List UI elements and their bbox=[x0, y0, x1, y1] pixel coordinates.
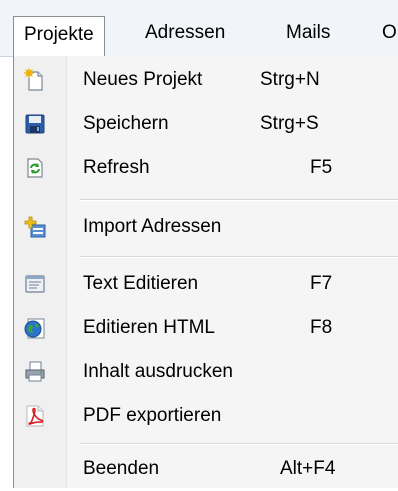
menu-item-label: Speichern bbox=[83, 113, 169, 134]
import-addresses-icon bbox=[23, 215, 47, 239]
menu-item-shortcut: Alt+F4 bbox=[280, 458, 336, 479]
menu-item-import-adressen[interactable]: Import Adressen bbox=[14, 205, 398, 249]
menu-item-beenden[interactable]: Beenden Alt+F4 bbox=[14, 447, 398, 491]
pdf-icon bbox=[23, 404, 47, 428]
text-edit-icon bbox=[23, 272, 47, 296]
refresh-icon bbox=[23, 156, 47, 180]
save-icon bbox=[23, 112, 47, 136]
menu-item-label: Import Adressen bbox=[83, 216, 222, 237]
printer-icon bbox=[23, 360, 47, 384]
menu-item-label: Inhalt ausdrucken bbox=[83, 361, 233, 382]
menu-separator bbox=[80, 199, 398, 201]
menu-item-editieren-html[interactable]: Editieren HTML F8 bbox=[14, 306, 398, 350]
menu-more[interactable]: O bbox=[382, 18, 397, 48]
new-project-icon bbox=[23, 68, 47, 92]
menu-adressen[interactable]: Adressen bbox=[145, 18, 225, 48]
menu-projekte[interactable]: Projekte bbox=[13, 16, 105, 57]
menu-separator bbox=[80, 256, 398, 258]
menu-item-label: Beenden bbox=[83, 458, 160, 479]
menu-bar: Projekte Adressen Mails O bbox=[0, 0, 398, 57]
projekte-dropdown-menu: Neues Projekt Strg+N Speichern Strg+S Re… bbox=[13, 56, 398, 488]
menu-item-label: PDF exportieren bbox=[83, 405, 222, 426]
menu-item-shortcut: F8 bbox=[310, 317, 333, 338]
menu-item-label: Editieren HTML bbox=[83, 317, 215, 338]
menu-item-pdf-exportieren[interactable]: PDF exportieren bbox=[14, 394, 398, 438]
globe-icon bbox=[23, 316, 47, 340]
menu-item-shortcut: F5 bbox=[310, 157, 333, 178]
menu-item-text-editieren[interactable]: Text Editieren F7 bbox=[14, 262, 398, 306]
menu-item-label: Refresh bbox=[83, 157, 150, 178]
menu-item-label: Text Editieren bbox=[83, 273, 199, 294]
menu-item-label: Neues Projekt bbox=[83, 69, 203, 90]
menu-item-shortcut: Strg+S bbox=[260, 113, 319, 134]
menu-item-shortcut: F7 bbox=[310, 273, 333, 294]
menu-item-neues-projekt[interactable]: Neues Projekt Strg+N bbox=[14, 58, 398, 102]
menu-item-refresh[interactable]: Refresh F5 bbox=[14, 146, 398, 190]
menu-item-inhalt-ausdrucken[interactable]: Inhalt ausdrucken bbox=[14, 350, 398, 394]
menu-separator bbox=[80, 443, 398, 445]
menu-item-speichern[interactable]: Speichern Strg+S bbox=[14, 102, 398, 146]
menu-item-shortcut: Strg+N bbox=[260, 69, 320, 90]
menu-mails[interactable]: Mails bbox=[286, 18, 330, 48]
